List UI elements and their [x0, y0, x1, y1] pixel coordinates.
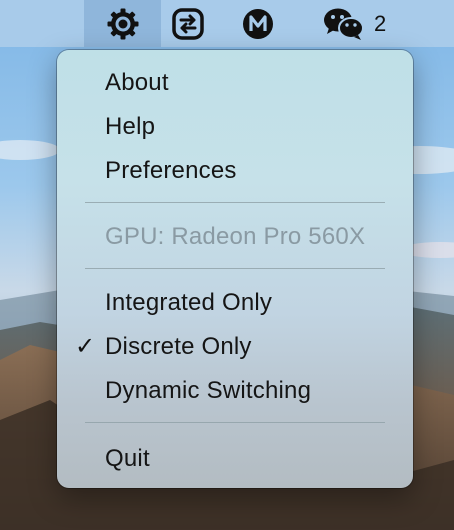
gpu-menu: About Help Preferences GPU: Radeon Pro 5… [57, 50, 413, 488]
menu-item-integrated-only[interactable]: Integrated Only [57, 283, 413, 323]
menu-item-help[interactable]: Help [57, 107, 413, 147]
menu-item-label: Quit [105, 445, 150, 472]
menu-bar: 2 [0, 0, 454, 47]
menu-item-label: Dynamic Switching [105, 377, 312, 404]
menu-item-label: Preferences [105, 157, 237, 184]
menu-item-about[interactable]: About [57, 63, 413, 103]
menu-item-discrete-only[interactable]: ✓ Discrete Only [57, 327, 413, 367]
gpu-switch-status-item[interactable] [84, 0, 161, 47]
wechat-status-item[interactable] [318, 0, 370, 47]
menu-item-label: Integrated Only [105, 289, 273, 316]
wechat-icon [324, 8, 364, 40]
wechat-unread-count: 2 [374, 11, 387, 36]
menu-item-preferences[interactable]: Preferences [57, 151, 413, 191]
m-status-item[interactable] [233, 0, 283, 47]
menu-separator [85, 202, 385, 203]
menu-item-gpu-info: GPU: Radeon Pro 560X [57, 217, 413, 257]
menu-item-quit[interactable]: Quit [57, 439, 413, 479]
menu-item-label: Discrete Only [105, 333, 252, 360]
menu-item-label: Help [105, 113, 156, 140]
switch-icon [172, 7, 204, 40]
m-circle-icon [243, 8, 273, 39]
menu-item-label: About [105, 69, 169, 96]
menu-separator [85, 422, 385, 423]
gpu-info-label: GPU: Radeon Pro 560X [105, 223, 366, 250]
menu-separator [85, 268, 385, 269]
gear-icon [107, 8, 138, 39]
menu-item-dynamic-switching[interactable]: Dynamic Switching [57, 371, 413, 411]
switch-status-item[interactable] [163, 0, 213, 47]
checkmark-icon: ✓ [75, 333, 96, 360]
